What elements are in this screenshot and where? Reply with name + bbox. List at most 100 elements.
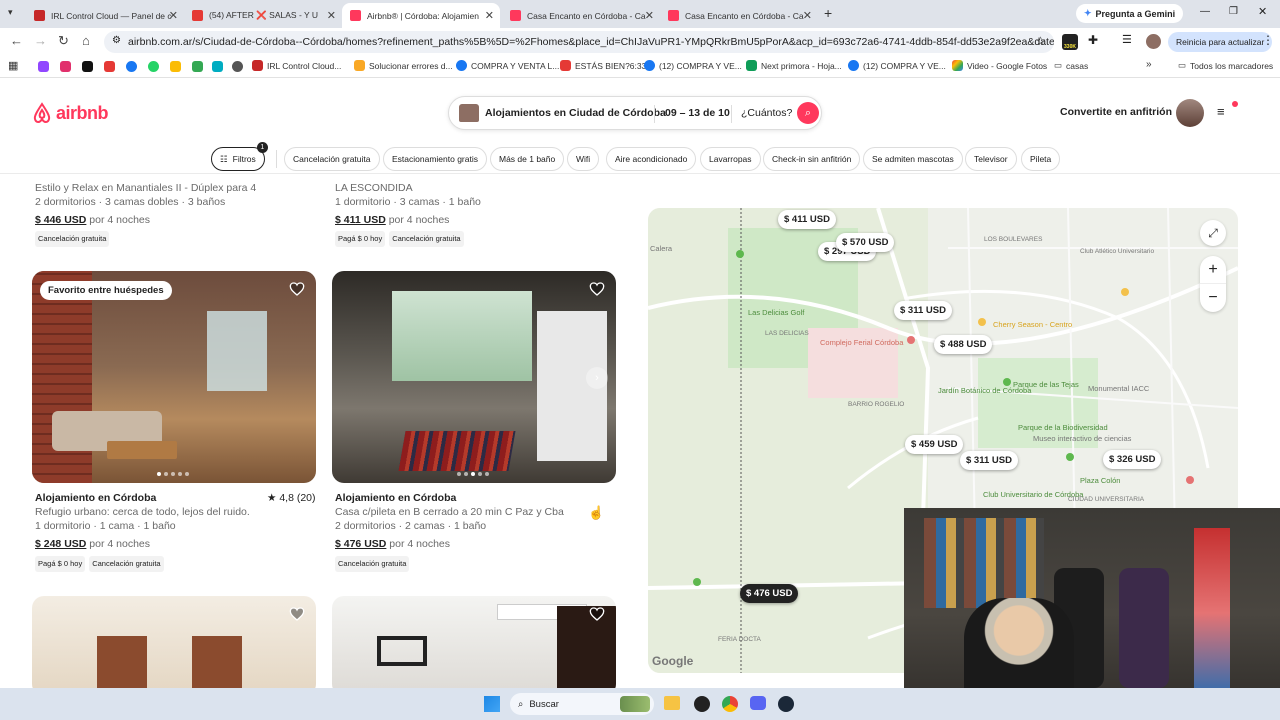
- filter-chip-cancellation[interactable]: Cancelación gratuita: [284, 147, 380, 171]
- tab-close-icon[interactable]: ✕: [645, 9, 654, 22]
- taskbar-search[interactable]: ⌕ Buscar: [510, 693, 654, 715]
- all-bookmarks-button[interactable]: ▭ Todos los marcadores: [1178, 60, 1273, 71]
- start-button[interactable]: [484, 696, 500, 712]
- search-dates[interactable]: 09 – 13 de 10: [665, 107, 730, 119]
- heart-icon[interactable]: [289, 281, 305, 297]
- steam-icon[interactable]: [778, 696, 794, 712]
- filter-chip-pets[interactable]: Se admiten mascotas: [863, 147, 963, 171]
- filter-chip-washer[interactable]: Lavarropas: [700, 147, 761, 171]
- zoom-in-button[interactable]: +: [1200, 256, 1226, 284]
- home-icon[interactable]: ⌂: [82, 33, 90, 48]
- new-tab-button[interactable]: +: [824, 5, 832, 21]
- filter-chip-tv[interactable]: Televisor: [965, 147, 1017, 171]
- instagram-icon[interactable]: [60, 61, 71, 72]
- update-button[interactable]: Reinicia para actualizar: [1168, 32, 1273, 52]
- site-info-icon[interactable]: ⚙: [112, 35, 121, 46]
- map-price-pin[interactable]: $ 488 USD: [934, 335, 993, 354]
- maximize-button[interactable]: ❐: [1229, 6, 1238, 17]
- listing-price-row[interactable]: $ 248 USD por 4 noches: [35, 537, 150, 551]
- reload-icon[interactable]: ↻: [58, 33, 69, 49]
- filter-chip-ac[interactable]: Aire acondicionado: [606, 147, 697, 171]
- heart-icon[interactable]: [589, 281, 605, 297]
- listing-photo[interactable]: [332, 271, 616, 483]
- app-icon[interactable]: [212, 61, 223, 72]
- tab-close-icon[interactable]: ✕: [803, 9, 812, 22]
- bookmark-item[interactable]: ESTÁS BIEN?6:33: [560, 60, 646, 71]
- map-price-pin[interactable]: $ 326 USD: [1103, 450, 1162, 469]
- tab-list-chevron-icon[interactable]: ▾: [8, 7, 13, 18]
- heart-icon[interactable]: [289, 606, 305, 622]
- close-window-button[interactable]: ✕: [1258, 5, 1267, 18]
- more-bookmarks-icon[interactable]: »: [1146, 59, 1152, 70]
- facebook-icon[interactable]: [126, 61, 137, 72]
- reading-list-icon[interactable]: ☰: [1122, 33, 1132, 46]
- map-expand-button[interactable]: ⤢: [1200, 220, 1226, 246]
- listing-title[interactable]: Alojamiento en Córdoba: [335, 491, 456, 505]
- x-icon[interactable]: [82, 61, 93, 72]
- browser-tab[interactable]: Casa Encanto en Córdoba - Ca ✕: [502, 3, 660, 28]
- google-apps-icon[interactable]: [170, 61, 181, 72]
- youtube-icon[interactable]: [104, 61, 115, 72]
- discord-icon[interactable]: [750, 696, 766, 710]
- carousel-next-button[interactable]: ›: [586, 367, 608, 389]
- profile-avatar[interactable]: [1146, 34, 1161, 49]
- minimize-button[interactable]: —: [1200, 6, 1210, 17]
- map-price-pin[interactable]: $ 570 USD: [836, 233, 895, 252]
- bookmark-item[interactable]: IRL Control Cloud...: [252, 60, 341, 71]
- map-price-pin[interactable]: $ 311 USD: [960, 451, 1018, 470]
- browser-tab[interactable]: Casa Encanto en Córdoba - Ca ✕: [660, 3, 818, 28]
- address-bar[interactable]: ⚙ airbnb.com.ar/s/Ciudad-de-Córdoba--Cór…: [104, 31, 1054, 53]
- bookmark-item[interactable]: COMPRA Y VENTA L...: [456, 60, 559, 71]
- search-location[interactable]: Alojamientos en Ciudad de Córdoba: [485, 107, 666, 119]
- chrome-icon[interactable]: [722, 696, 738, 712]
- bookmark-item[interactable]: Next primora - Hoja...: [746, 60, 842, 71]
- user-avatar[interactable]: [1176, 99, 1204, 127]
- listing-price-row[interactable]: $ 411 USD por 4 noches: [335, 213, 449, 227]
- twitch-icon[interactable]: [38, 61, 49, 72]
- listing-photo[interactable]: [32, 596, 316, 696]
- gemini-button[interactable]: ✦ Pregunta a Gemini: [1076, 4, 1184, 23]
- filter-chip-wifi[interactable]: Wifi: [567, 147, 600, 171]
- listing-title[interactable]: Alojamiento en Córdoba: [35, 491, 156, 505]
- search-bar[interactable]: Alojamientos en Ciudad de Córdoba 09 – 1…: [448, 96, 822, 130]
- map-price-pin[interactable]: $ 311 USD: [894, 301, 952, 320]
- filter-chip-pool[interactable]: Pileta: [1021, 147, 1061, 171]
- file-explorer-icon[interactable]: [664, 696, 680, 710]
- hamburger-menu-icon[interactable]: ≡: [1217, 104, 1225, 119]
- zoom-out-button[interactable]: −: [1200, 284, 1226, 312]
- tab-close-icon[interactable]: ✕: [485, 9, 494, 22]
- become-host-link[interactable]: Convertite en anfitrión: [1060, 106, 1172, 118]
- listing-photo[interactable]: [32, 271, 316, 483]
- map-price-pin[interactable]: $ 411 USD: [778, 210, 836, 229]
- forward-icon[interactable]: →: [34, 33, 47, 48]
- filters-button[interactable]: ☷ Filtros 1: [211, 142, 268, 171]
- app-icon[interactable]: [192, 61, 203, 72]
- bookmark-item[interactable]: (12) COMPRA Y VE...: [848, 60, 946, 71]
- heart-icon[interactable]: [589, 606, 605, 622]
- filter-chip-self-checkin[interactable]: Check-in sin anfitrión: [763, 147, 861, 171]
- map-price-pin-selected[interactable]: $ 476 USD: [740, 584, 799, 603]
- browser-tab-active[interactable]: Airbnb® | Córdoba: Alojamien ✕: [342, 3, 500, 28]
- listing-price-row[interactable]: $ 446 USD por 4 noches: [35, 213, 150, 227]
- search-button[interactable]: ⌕: [797, 102, 819, 124]
- search-guests[interactable]: ¿Cuántos?: [741, 107, 792, 119]
- globe-icon[interactable]: [232, 61, 243, 72]
- extensions-icon[interactable]: ✚: [1088, 33, 1098, 47]
- extension-badge[interactable]: 330K: [1062, 34, 1078, 50]
- tab-close-icon[interactable]: ✕: [327, 9, 336, 22]
- tab-close-icon[interactable]: ✕: [169, 9, 178, 22]
- browser-tab[interactable]: IRL Control Cloud — Panel de c ✕: [26, 3, 184, 28]
- filter-chip-baths[interactable]: Más de 1 baño: [490, 147, 565, 171]
- whatsapp-icon[interactable]: [148, 61, 159, 72]
- back-icon[interactable]: ←: [10, 33, 23, 48]
- bookmark-item[interactable]: Video - Google Fotos: [952, 60, 1047, 71]
- browser-menu-icon[interactable]: ⋮: [1262, 33, 1274, 47]
- filter-chip-parking[interactable]: Estacionamiento gratis: [383, 147, 487, 171]
- listing-price-row[interactable]: $ 476 USD por 4 noches: [335, 537, 450, 551]
- bookmark-item[interactable]: (12) COMPRA Y VE...: [644, 60, 742, 71]
- apps-grid-icon[interactable]: ▦: [8, 59, 18, 72]
- bookmark-folder[interactable]: ▭ casas: [1054, 60, 1088, 71]
- map-price-pin[interactable]: $ 459 USD: [905, 435, 964, 454]
- airbnb-logo[interactable]: airbnb: [32, 102, 109, 124]
- browser-tab[interactable]: (54) AFTER ❌ SALAS - Y U ✕: [184, 3, 342, 28]
